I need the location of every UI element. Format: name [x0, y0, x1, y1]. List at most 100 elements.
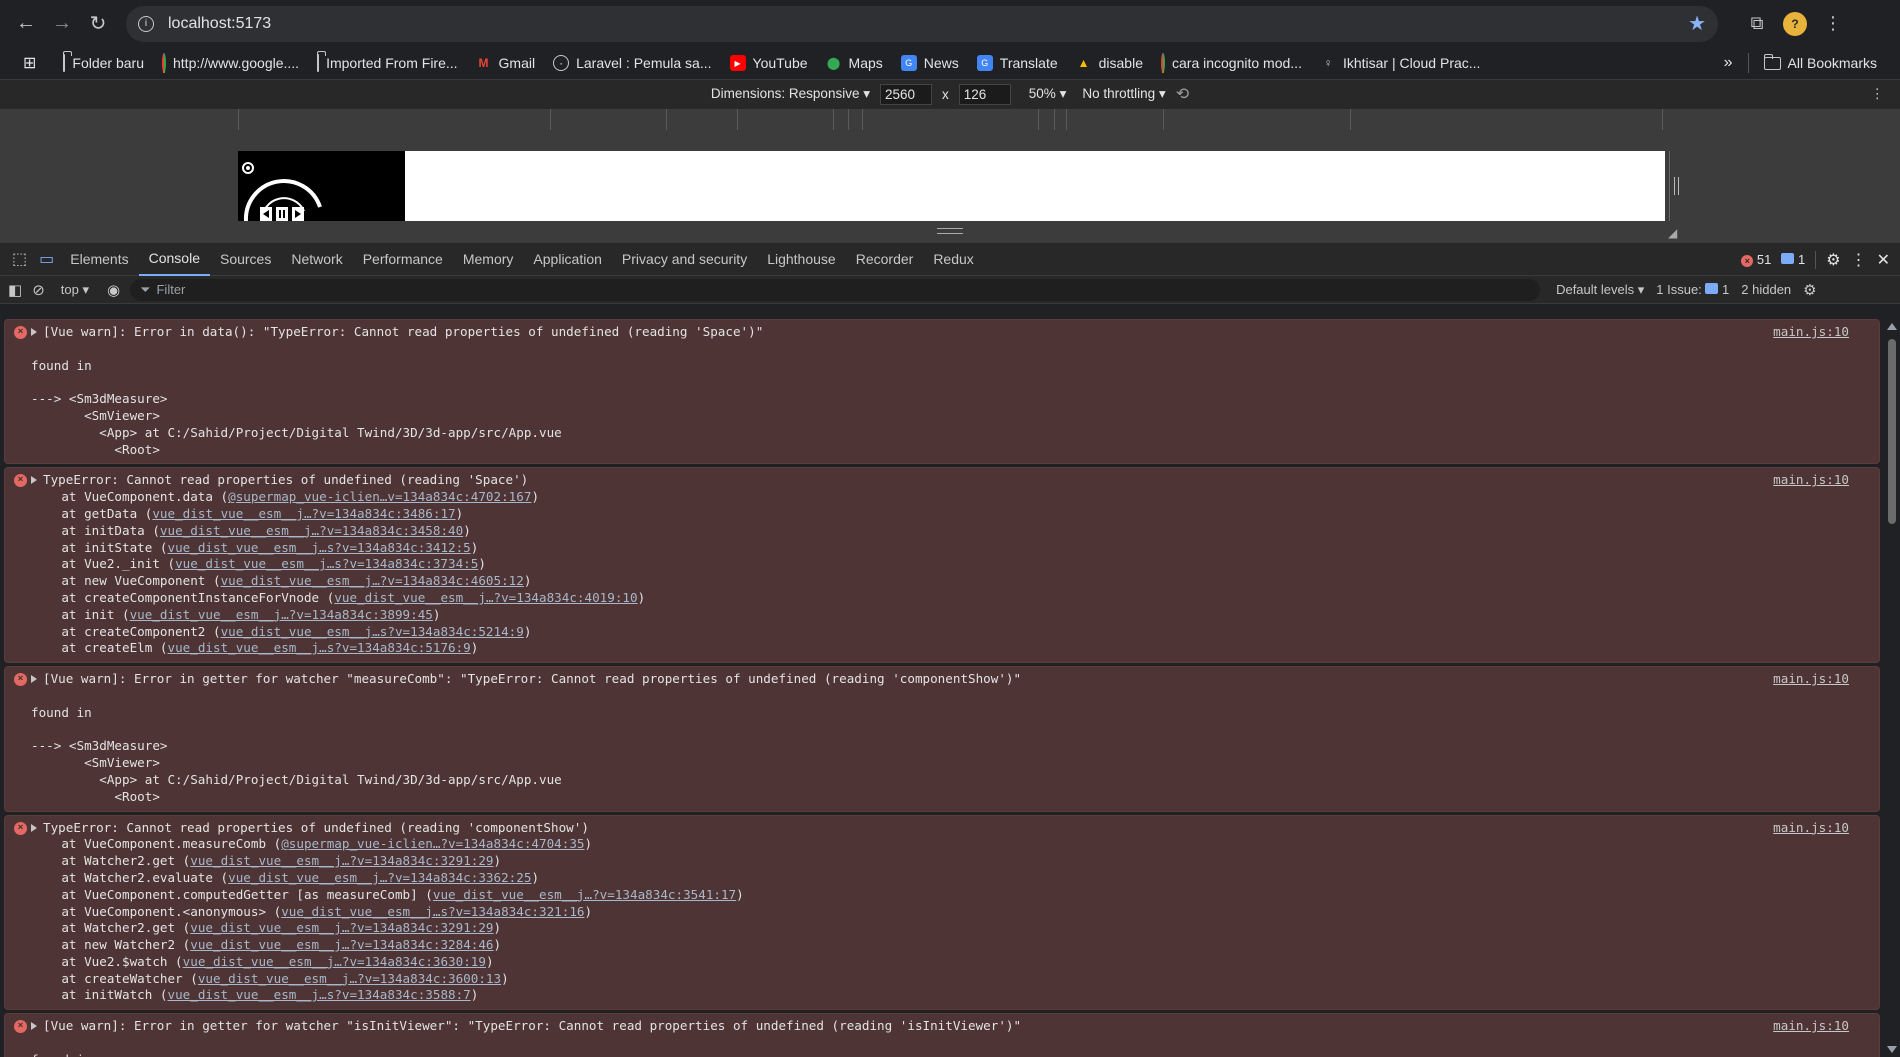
source-link[interactable]: main.js:10 [1773, 472, 1849, 489]
console-error-message[interactable]: × main.js:10 TypeError: Cannot read proper… [4, 814, 1880, 1011]
rotate-icon[interactable]: ⟲ [1176, 84, 1189, 104]
settings-gear-icon[interactable]: ⚙ [1826, 250, 1840, 270]
console-settings-gear-icon[interactable]: ⚙ [1803, 281, 1816, 299]
stack-link[interactable]: vue_dist_vue__esm__j…s?v=134a834c:321:16 [281, 904, 584, 919]
message-header[interactable]: [Vue warn]: Error in getter for watcher … [31, 671, 1839, 688]
bookmark-item[interactable]: G Translate [968, 49, 1067, 77]
message-header[interactable]: TypeError: Cannot read properties of und… [31, 472, 1839, 489]
inspect-element-icon[interactable]: ⬚ [6, 243, 33, 276]
stack-link[interactable]: vue_dist_vue__esm__j…s?v=134a834c:3588:7 [167, 987, 470, 1002]
stack-link[interactable]: vue_dist_vue__esm__j…?v=134a834c:3291:29 [190, 920, 493, 935]
expand-triangle-icon[interactable] [31, 476, 37, 485]
corner-resize-icon[interactable]: ◢ [1668, 226, 1677, 240]
clear-console-icon[interactable]: ⊘ [32, 281, 45, 299]
stack-link[interactable]: vue_dist_vue__esm__j…?v=134a834c:3486:17 [152, 506, 455, 521]
omnibox[interactable]: i localhost:5173 ★ [126, 5, 1718, 42]
tab-console[interactable]: Console [138, 243, 210, 276]
context-selector[interactable]: top ▾ [61, 282, 89, 298]
tab-recorder[interactable]: Recorder [846, 243, 924, 276]
source-link[interactable]: main.js:10 [1773, 1018, 1849, 1035]
bookmark-item[interactable]: ▶ YouTube [721, 49, 817, 77]
tab-performance[interactable]: Performance [353, 243, 453, 276]
message-header[interactable]: [Vue warn]: Error in getter for watcher … [31, 1018, 1839, 1035]
bookmark-item[interactable]: G News [892, 49, 968, 77]
stack-link[interactable]: vue_dist_vue__esm__j…s?v=134a834c:5214:9 [221, 624, 524, 639]
forward-icon[interactable]: → [46, 8, 78, 40]
stack-link[interactable]: vue_dist_vue__esm__j…?v=134a834c:4019:10 [334, 590, 637, 605]
stack-link[interactable]: @supermap_vue-iclien…?v=134a834c:4704:35 [281, 836, 584, 851]
stack-link[interactable]: vue_dist_vue__esm__j…?v=134a834c:3600:13 [198, 971, 501, 986]
message-counter[interactable]: 1 [1781, 252, 1805, 267]
stack-link[interactable]: vue_dist_vue__esm__j…?v=134a834c:3541:17 [433, 887, 736, 902]
all-bookmarks[interactable]: All Bookmarks [1755, 49, 1886, 77]
extensions-icon[interactable]: ⧉ [1740, 7, 1774, 41]
stack-link[interactable]: vue_dist_vue__esm__j…?v=134a834c:3630:19 [183, 954, 486, 969]
source-link[interactable]: main.js:10 [1773, 820, 1849, 837]
scroll-up-icon[interactable] [1887, 323, 1897, 330]
viewport-resize-handle[interactable] [1669, 151, 1681, 221]
message-header[interactable]: [Vue warn]: Error in data(): "TypeError:… [31, 324, 1839, 341]
source-link[interactable]: main.js:10 [1773, 324, 1849, 341]
dimensions-dropdown[interactable]: Dimensions: Responsive ▾ [711, 86, 870, 102]
tab-elements[interactable]: Elements [60, 243, 138, 276]
bookmark-item[interactable]: Imported From Fire... [308, 49, 466, 77]
tab-redux[interactable]: Redux [923, 243, 983, 276]
width-input[interactable]: 2560 [880, 83, 933, 105]
bookmark-item[interactable]: ♀ Ikhtisar | Cloud Prac... [1311, 49, 1489, 77]
scrollbar-thumb[interactable] [1888, 339, 1896, 524]
stack-link[interactable]: vue_dist_vue__esm__j…?v=134a834c:4605:12 [221, 573, 524, 588]
bookmark-star-icon[interactable]: ★ [1688, 11, 1706, 36]
tab-application[interactable]: Application [523, 243, 612, 276]
devtools-more-icon[interactable]: ⋮ [1851, 250, 1867, 270]
browser-menu-icon[interactable]: ⋮ [1816, 7, 1850, 41]
devtools-drag-handle[interactable] [937, 228, 963, 234]
console-error-message[interactable]: × main.js:10 [Vue warn]: Error in getter f… [4, 1013, 1880, 1057]
sidebar-toggle-icon[interactable]: ◧ [8, 281, 22, 299]
bookmark-item[interactable]: · Laravel : Pemula sa... [544, 49, 720, 77]
site-info-icon[interactable]: i [138, 15, 154, 32]
issues-button[interactable]: 1 Issue: 1 [1656, 282, 1729, 297]
expand-triangle-icon[interactable] [31, 823, 37, 832]
profile-avatar[interactable]: ? [1778, 7, 1812, 41]
stack-link[interactable]: vue_dist_vue__esm__j…?v=134a834c:3284:46 [190, 937, 493, 952]
message-header[interactable]: TypeError: Cannot read properties of und… [31, 820, 1839, 837]
expand-triangle-icon[interactable] [31, 328, 37, 336]
expand-triangle-icon[interactable] [31, 675, 37, 684]
console-error-message[interactable]: × main.js:10 [Vue warn]: Error in getter f… [4, 666, 1880, 812]
tab-privacy-and-security[interactable]: Privacy and security [612, 243, 757, 276]
throttling-dropdown[interactable]: No throttling ▾ [1082, 86, 1165, 102]
height-input[interactable]: 126 [958, 83, 1011, 105]
tab-memory[interactable]: Memory [453, 243, 524, 276]
stack-link[interactable]: vue_dist_vue__esm__j…?v=134a834c:3899:45 [130, 607, 433, 622]
close-icon[interactable]: ✕ [1877, 250, 1890, 270]
device-toolbar-toggle-icon[interactable]: ▭ [33, 243, 60, 276]
bookmark-item[interactable]: cara incognito mod... [1152, 49, 1311, 77]
filter-input[interactable]: ⏷ Filter [130, 278, 1541, 301]
source-link[interactable]: main.js:10 [1773, 671, 1849, 688]
log-levels-dropdown[interactable]: Default levels ▾ [1556, 282, 1644, 298]
stack-link[interactable]: @supermap_vue-iclien…v=134a834c:4702:167 [228, 489, 531, 504]
console-error-message[interactable]: × main.js:10 [Vue warn]: Error in data(): … [4, 319, 1880, 465]
bookmark-item[interactable]: ▲ disable [1067, 49, 1152, 77]
emulated-page[interactable] [238, 151, 1665, 221]
live-expression-eye-icon[interactable]: ◉ [107, 281, 120, 299]
stack-link[interactable]: vue_dist_vue__esm__j…?v=134a834c:3291:29 [190, 853, 493, 868]
bookmark-item[interactable]: ⬤ Maps [817, 49, 892, 77]
media-query-ruler[interactable] [0, 108, 1900, 131]
console-error-message[interactable]: × main.js:10 TypeError: Cannot read proper… [4, 467, 1880, 664]
expand-triangle-icon[interactable] [31, 1022, 37, 1031]
stack-link[interactable]: vue_dist_vue__esm__j…s?v=134a834c:5176:9 [167, 640, 470, 655]
device-more-icon[interactable]: ⋮ [1871, 86, 1885, 102]
error-counter[interactable]: × 51 [1741, 252, 1771, 267]
tab-lighthouse[interactable]: Lighthouse [757, 243, 846, 276]
reload-icon[interactable]: ↻ [82, 8, 114, 40]
back-icon[interactable]: ← [10, 8, 42, 40]
stack-link[interactable]: vue_dist_vue__esm__j…s?v=134a834c:3412:5 [167, 540, 470, 555]
zoom-dropdown[interactable]: 50% ▾ [1029, 86, 1067, 102]
apps-grid-icon[interactable]: ⊞ [14, 49, 54, 77]
bookmark-item[interactable]: Folder baru [54, 49, 153, 77]
stack-link[interactable]: vue_dist_vue__esm__j…?v=134a834c:3362:25 [228, 870, 531, 885]
stack-link[interactable]: vue_dist_vue__esm__j…?v=134a834c:3458:40 [160, 523, 463, 538]
bookmarks-overflow[interactable]: » [1715, 49, 1742, 77]
bookmark-item[interactable]: M Gmail [467, 49, 545, 77]
